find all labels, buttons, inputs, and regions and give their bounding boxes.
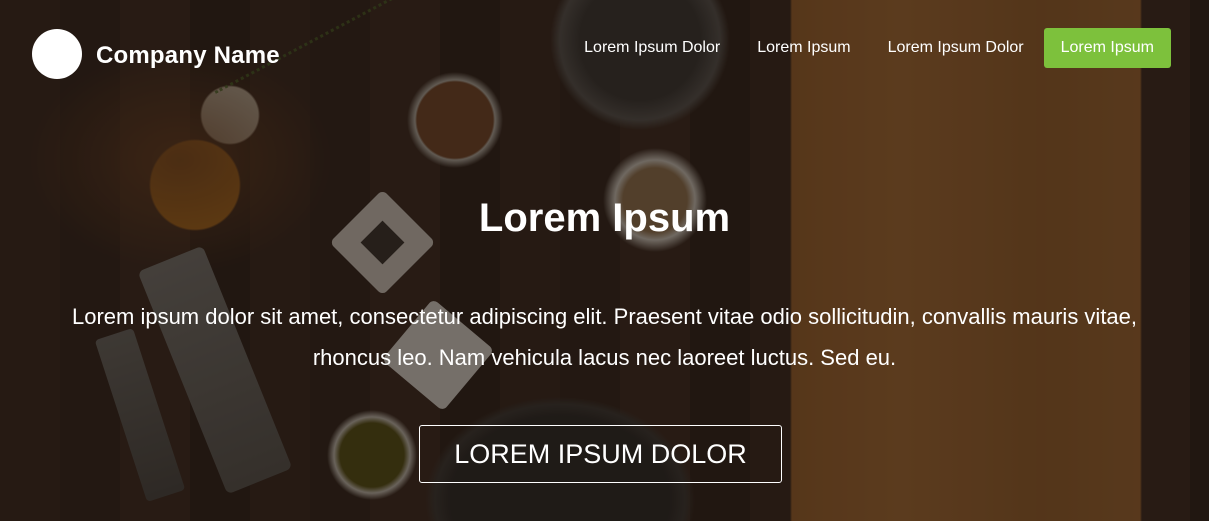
logo-icon[interactable] xyxy=(32,29,82,79)
nav-item-2[interactable]: Lorem Ipsum xyxy=(740,28,867,68)
hero-description: Lorem ipsum dolor sit amet, consectetur … xyxy=(71,304,1138,370)
nav-item-3[interactable]: Lorem Ipsum Dolor xyxy=(871,28,1041,68)
navbar: Company Name Lorem Ipsum Dolor Lorem Ips… xyxy=(0,0,1209,110)
hero-section: Company Name Lorem Ipsum Dolor Lorem Ips… xyxy=(0,0,1209,521)
company-name[interactable]: Company Name xyxy=(96,42,280,70)
nav-item-4-active[interactable]: Lorem Ipsum xyxy=(1043,28,1171,68)
main-nav: Lorem Ipsum Dolor Lorem Ipsum Lorem Ipsu… xyxy=(564,28,1171,68)
nav-item-1[interactable]: Lorem Ipsum Dolor xyxy=(567,28,737,68)
hero-title: Lorem Ipsum xyxy=(478,196,731,240)
cta-button[interactable]: LOREM IPSUM DOLOR xyxy=(419,425,782,483)
